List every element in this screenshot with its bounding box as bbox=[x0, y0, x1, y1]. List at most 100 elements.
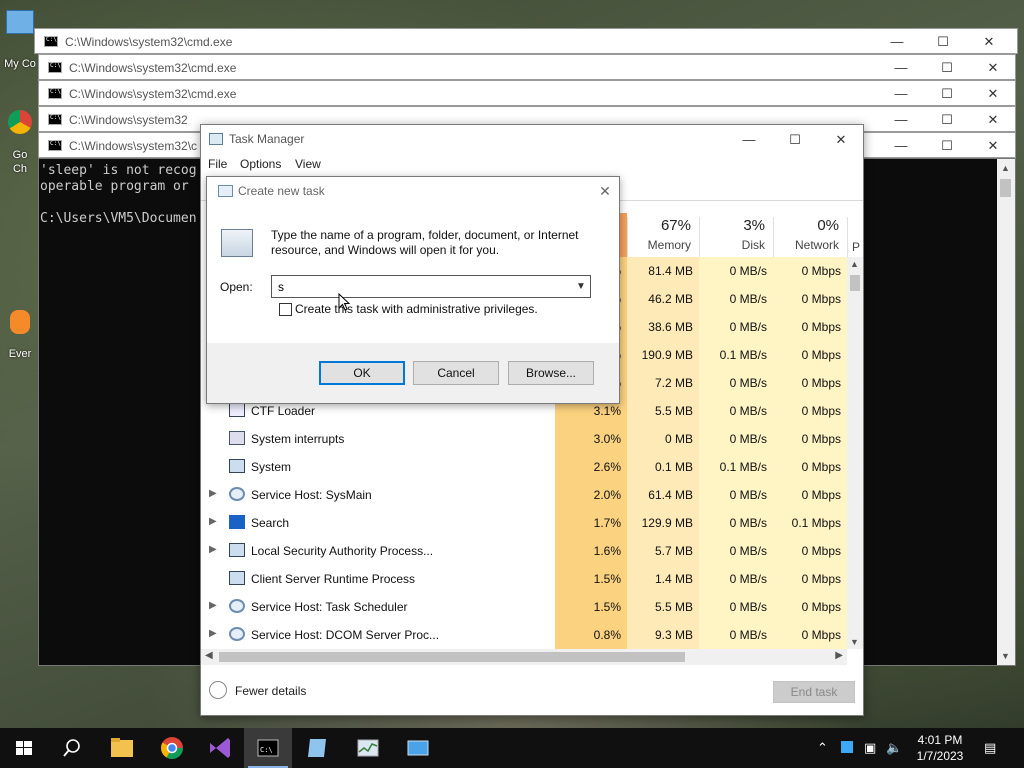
maximize-button[interactable]: ☐ bbox=[937, 58, 957, 78]
open-input[interactable] bbox=[271, 275, 591, 298]
taskbar-clock[interactable]: 4:01 PM 1/7/2023 bbox=[908, 732, 972, 764]
taskbar-visual-studio[interactable] bbox=[196, 728, 244, 768]
scroll-up-arrow[interactable]: ▲ bbox=[1001, 163, 1010, 173]
memory-percent: 67% bbox=[660, 217, 691, 234]
taskbar-run-app[interactable] bbox=[394, 728, 442, 768]
taskbar-task-manager[interactable] bbox=[344, 728, 392, 768]
scroll-up-arrow[interactable]: ▲ bbox=[850, 259, 859, 269]
power-label: P bbox=[852, 240, 861, 254]
column-header-disk[interactable]: 3% Disk bbox=[699, 217, 773, 257]
memory-cell: 81.4 MB bbox=[627, 257, 699, 285]
cpu-cell: 1.7% bbox=[555, 509, 627, 537]
chevron-up-icon[interactable]: ⌃ bbox=[817, 740, 828, 756]
vertical-scrollbar[interactable]: ▲ ▼ bbox=[847, 257, 863, 649]
close-button[interactable]: ✕ bbox=[983, 58, 1003, 78]
table-row[interactable]: ▶ Local Security Authority Process... 1.… bbox=[201, 537, 847, 565]
maximize-button[interactable]: ☐ bbox=[933, 32, 953, 52]
network-cell: 0 Mbps bbox=[773, 257, 847, 285]
clock-date: 1/7/2023 bbox=[916, 749, 964, 763]
table-row[interactable]: Client Server Runtime Process 1.5% 1.4 M… bbox=[201, 565, 847, 593]
scroll-right-arrow[interactable]: ▶ bbox=[835, 650, 843, 661]
network-cell: 0 Mbps bbox=[773, 397, 847, 425]
close-button[interactable]: ✕ bbox=[829, 129, 853, 151]
maximize-button[interactable]: ☐ bbox=[937, 84, 957, 104]
expand-chevron-icon[interactable]: ▶ bbox=[209, 600, 217, 611]
cmd-window-3[interactable]: C:\Windows\system32\cmd.exe — ☐ ✕ bbox=[38, 80, 1016, 106]
expand-chevron-icon[interactable]: ▶ bbox=[209, 488, 217, 499]
desktop-icon-label: Ever bbox=[8, 348, 32, 360]
dialog-title: Create new task bbox=[238, 184, 325, 198]
minimize-button[interactable]: — bbox=[887, 32, 907, 52]
cpu-cell: 0.8% bbox=[555, 621, 627, 649]
taskbar-file-explorer[interactable] bbox=[98, 728, 146, 768]
desktop-icon-google-chrome[interactable]: Go Ch bbox=[0, 110, 40, 176]
memory-cell: 1.4 MB bbox=[627, 565, 699, 593]
maximize-button[interactable]: ☐ bbox=[937, 110, 957, 130]
system-process-icon bbox=[229, 543, 245, 557]
scroll-down-arrow[interactable]: ▼ bbox=[850, 637, 859, 647]
fewer-details-label: Fewer details bbox=[235, 684, 307, 698]
cmd-window-2[interactable]: C:\Windows\system32\cmd.exe — ☐ ✕ bbox=[38, 54, 1016, 80]
search-button[interactable] bbox=[48, 728, 96, 768]
close-button[interactable]: ✕ bbox=[595, 180, 615, 202]
taskbar-cmd[interactable]: C:\ bbox=[244, 728, 292, 768]
menu-view[interactable]: View bbox=[295, 157, 321, 171]
close-button[interactable]: ✕ bbox=[983, 84, 1003, 104]
menu-options[interactable]: Options bbox=[240, 157, 281, 171]
maximize-button[interactable]: ☐ bbox=[783, 129, 807, 151]
desktop-icon-everything[interactable]: Ever bbox=[0, 310, 40, 360]
create-new-task-dialog[interactable]: Create new task ✕ Type the name of a pro… bbox=[206, 176, 620, 404]
expand-chevron-icon[interactable]: ▶ bbox=[209, 516, 217, 527]
memory-cell: 38.6 MB bbox=[627, 313, 699, 341]
notepad-icon bbox=[308, 739, 326, 757]
memory-cell: 0 MB bbox=[627, 425, 699, 453]
minimize-button[interactable]: — bbox=[891, 136, 911, 156]
scroll-thumb[interactable] bbox=[1000, 179, 1011, 197]
dialog-body: Type the name of a program, folder, docu… bbox=[207, 205, 619, 343]
expand-chevron-icon[interactable]: ▶ bbox=[209, 628, 217, 639]
minimize-button[interactable]: — bbox=[737, 129, 761, 151]
minimize-button[interactable]: — bbox=[891, 58, 911, 78]
ok-button[interactable]: OK bbox=[319, 361, 405, 385]
cpu-column-header-edge[interactable] bbox=[619, 213, 627, 257]
cmd-window-1[interactable]: C:\Windows\system32\cmd.exe — ☐ ✕ bbox=[34, 28, 1018, 54]
close-button[interactable]: ✕ bbox=[979, 32, 999, 52]
console-scrollbar[interactable]: ▲ ▼ bbox=[997, 159, 1015, 665]
taskbar-chrome[interactable] bbox=[148, 728, 196, 768]
taskbar-notepad[interactable] bbox=[294, 728, 342, 768]
cancel-button[interactable]: Cancel bbox=[413, 361, 499, 385]
minimize-button[interactable]: — bbox=[891, 110, 911, 130]
scroll-left-arrow[interactable]: ◀ bbox=[205, 650, 213, 661]
admin-privileges-checkbox[interactable] bbox=[279, 303, 292, 316]
scroll-thumb[interactable] bbox=[219, 652, 685, 662]
column-header-memory[interactable]: 67% Memory bbox=[627, 217, 699, 257]
volume-icon[interactable]: 🔈 bbox=[886, 740, 902, 756]
process-name: Local Security Authority Process... bbox=[251, 544, 434, 558]
tray-app-icon[interactable] bbox=[841, 741, 853, 753]
table-row[interactable]: ▶ Service Host: SysMain 2.0% 61.4 MB 0 M… bbox=[201, 481, 847, 509]
column-header-power[interactable]: P bbox=[847, 217, 863, 257]
column-header-network[interactable]: 0% Network bbox=[773, 217, 847, 257]
maximize-button[interactable]: ☐ bbox=[937, 136, 957, 156]
horizontal-scrollbar[interactable]: ◀ ▶ bbox=[201, 649, 847, 665]
scroll-thumb[interactable] bbox=[850, 275, 860, 291]
table-row[interactable]: ▶ Search 1.7% 129.9 MB 0 MB/s 0.1 Mbps bbox=[201, 509, 847, 537]
visual-studio-icon bbox=[210, 738, 230, 758]
table-row[interactable]: ▶ Service Host: Task Scheduler 1.5% 5.5 … bbox=[201, 593, 847, 621]
table-row[interactable]: System interrupts 3.0% 0 MB 0 MB/s 0 Mbp… bbox=[201, 425, 847, 453]
network-icon[interactable]: ▣ bbox=[864, 740, 876, 756]
notification-icon[interactable]: ▤ bbox=[984, 740, 996, 756]
end-task-button[interactable]: End task bbox=[773, 681, 855, 703]
close-button[interactable]: ✕ bbox=[983, 110, 1003, 130]
scroll-down-arrow[interactable]: ▼ bbox=[1001, 651, 1010, 661]
chevron-down-icon[interactable]: ▼ bbox=[573, 277, 589, 296]
table-row[interactable]: ▶ Service Host: DCOM Server Proc... 0.8%… bbox=[201, 621, 847, 649]
browse-button[interactable]: Browse... bbox=[508, 361, 594, 385]
expand-chevron-icon[interactable]: ▶ bbox=[209, 544, 217, 555]
disk-cell: 0.1 MB/s bbox=[699, 453, 773, 481]
close-button[interactable]: ✕ bbox=[983, 136, 1003, 156]
minimize-button[interactable]: — bbox=[891, 84, 911, 104]
menu-file[interactable]: File bbox=[208, 157, 227, 171]
table-row[interactable]: System 2.6% 0.1 MB 0.1 MB/s 0 Mbps bbox=[201, 453, 847, 481]
start-button[interactable] bbox=[0, 728, 48, 768]
